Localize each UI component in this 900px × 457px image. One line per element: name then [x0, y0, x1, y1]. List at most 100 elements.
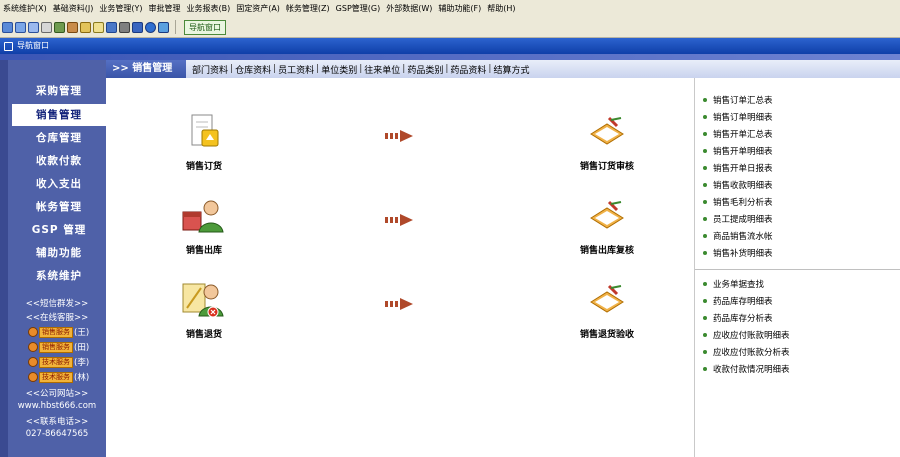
save-icon[interactable] [132, 21, 143, 33]
module-tab[interactable]: >> 销售管理 [106, 60, 186, 78]
menu-reports[interactable]: 业务报表(B) [183, 0, 233, 17]
window-icon [4, 41, 13, 51]
flow-sales-order[interactable]: 销售订货 [164, 112, 244, 172]
calendar-icon[interactable] [41, 21, 52, 33]
flow-sales-delivery-recheck[interactable]: 销售出库复核 [560, 196, 654, 256]
bullet-icon [703, 166, 707, 170]
menu-gsp[interactable]: GSP管理(G) [333, 0, 384, 17]
sidebar-item-income[interactable]: 收入支出 [12, 173, 106, 195]
flow-sales-delivery[interactable]: 销售出库 [164, 196, 244, 256]
bullet-icon [703, 350, 707, 354]
report-label: 销售补货明细表 [713, 249, 773, 259]
link-drug-data[interactable]: 药品资料 [450, 63, 486, 76]
report-link[interactable]: 销售开单汇总表 [703, 128, 773, 140]
phone-number: 027-86647565 [25, 429, 89, 439]
flow-sales-return[interactable]: 销售退货 [164, 280, 244, 340]
report-label: 业务单据查找 [713, 280, 765, 290]
report-link[interactable]: 业务单据查找 [703, 278, 764, 290]
phone-title: <<联系电话>> [25, 417, 89, 427]
notes-icon[interactable] [93, 21, 104, 33]
report-link[interactable]: 药品库存明细表 [703, 295, 773, 307]
menu-basic-data[interactable]: 基础资料(J) [50, 0, 97, 17]
sidebar-item-accounts[interactable]: 帐务管理 [12, 196, 106, 218]
menu-system[interactable]: 系统维护(X) [0, 0, 50, 17]
inspect-icon [590, 284, 624, 313]
contact-label: 技术服务 [39, 371, 73, 383]
menu-assets[interactable]: 固定资产(A) [233, 0, 283, 17]
report-link[interactable]: 商品销售流水帐 [703, 230, 773, 242]
bullet-icon [703, 299, 707, 303]
report-label: 销售订单明细表 [713, 113, 773, 123]
report-link[interactable]: 应收应付账款明细表 [703, 329, 790, 341]
sidebar-item-warehouse[interactable]: 仓库管理 [12, 127, 106, 149]
sms-link[interactable]: <<短信群发>> [8, 297, 106, 309]
lock-icon[interactable] [80, 21, 91, 33]
website-url[interactable]: www.hbst666.com [8, 401, 106, 411]
menu-accounts[interactable]: 帐务管理(Z) [283, 0, 333, 17]
menu-approval[interactable]: 审批管理 [145, 0, 183, 17]
menu-external[interactable]: 外部数据(W) [383, 0, 435, 17]
window-icon[interactable] [28, 21, 39, 33]
report-link[interactable]: 销售订单明细表 [703, 111, 773, 123]
report-label: 销售开单明细表 [713, 147, 773, 157]
calculator-icon[interactable] [15, 21, 26, 33]
grid-icon[interactable] [54, 21, 65, 33]
online-service-link[interactable]: <<在线客服>> [8, 311, 106, 323]
review-icon [590, 116, 624, 145]
report-link[interactable]: 销售订单汇总表 [703, 94, 773, 106]
order-icon [191, 114, 219, 147]
report-link[interactable]: 销售收款明细表 [703, 179, 773, 191]
website-title[interactable]: <<公司网站>> [8, 387, 106, 399]
user-icon[interactable] [67, 21, 78, 33]
report-link[interactable]: 销售毛利分析表 [703, 196, 773, 208]
nav-window-button[interactable]: 导航窗口 [184, 19, 226, 35]
exit-icon[interactable] [2, 21, 13, 33]
report-link[interactable]: 销售开单明细表 [703, 145, 773, 157]
sidebar-item-aux[interactable]: 辅助功能 [12, 242, 106, 264]
online-contact[interactable]: 销售服务 (王) [28, 325, 89, 339]
link-employee[interactable]: 员工资料 [278, 63, 314, 76]
report-label: 药品库存分析表 [713, 314, 773, 324]
qq-icon [28, 327, 38, 337]
link-drug-category[interactable]: 药品类别 [407, 63, 443, 76]
bullet-icon [703, 234, 707, 238]
report-link[interactable]: 销售开单日报表 [703, 162, 773, 174]
bullet-icon [703, 217, 707, 221]
refresh-icon[interactable] [158, 21, 169, 33]
sidebar-item-purchase[interactable]: 采购管理 [12, 80, 106, 102]
online-contact[interactable]: 技术服务 (李) [28, 355, 89, 369]
link-settlement[interactable]: 结算方式 [493, 63, 529, 76]
sidebar-edge [0, 60, 8, 457]
link-warehouse[interactable]: 仓库资料 [235, 63, 271, 76]
help-icon[interactable] [145, 21, 156, 33]
link-partners[interactable]: 往来单位 [364, 63, 400, 76]
flow-sales-order-review[interactable]: 销售订货审核 [560, 112, 654, 172]
report-label: 销售开单日报表 [713, 164, 773, 174]
menu-business[interactable]: 业务管理(Y) [96, 0, 145, 17]
bullet-icon [703, 132, 707, 136]
mail-icon[interactable] [106, 21, 117, 33]
sidebar-item-sales[interactable]: 销售管理 [12, 104, 106, 126]
menu-aux[interactable]: 辅助功能(F) [435, 0, 484, 17]
report-link[interactable]: 员工提成明细表 [703, 213, 773, 225]
return-icon [182, 283, 224, 318]
flow-sales-return-inspect[interactable]: 销售退货验收 [560, 280, 654, 340]
sidebar: 采购管理 销售管理 仓库管理 收款付款 收入支出 帐务管理 GSP 管理 辅助功… [0, 60, 106, 457]
link-unit-category[interactable]: 单位类别 [321, 63, 357, 76]
report-label: 销售订单汇总表 [713, 96, 773, 106]
print-icon[interactable] [119, 21, 130, 33]
report-label: 销售开单汇总表 [713, 130, 773, 140]
report-link[interactable]: 销售补货明细表 [703, 247, 773, 259]
sidebar-item-gsp[interactable]: GSP 管理 [12, 219, 106, 241]
online-contact[interactable]: 销售服务 (田) [28, 340, 89, 354]
report-link[interactable]: 药品库存分析表 [703, 312, 773, 324]
menu-help[interactable]: 帮助(H) [484, 0, 518, 17]
report-link[interactable]: 收款付款情况明细表 [703, 363, 790, 375]
link-department[interactable]: 部门资料 [192, 63, 228, 76]
report-label: 收款付款情况明细表 [713, 365, 790, 375]
report-link[interactable]: 应收应付账款分析表 [703, 346, 790, 358]
sidebar-item-system[interactable]: 系统维护 [12, 265, 106, 287]
online-contact[interactable]: 技术服务 (林) [28, 370, 89, 384]
sidebar-item-receipts[interactable]: 收款付款 [12, 150, 106, 172]
flow-label: 销售退货验收 [579, 330, 634, 340]
